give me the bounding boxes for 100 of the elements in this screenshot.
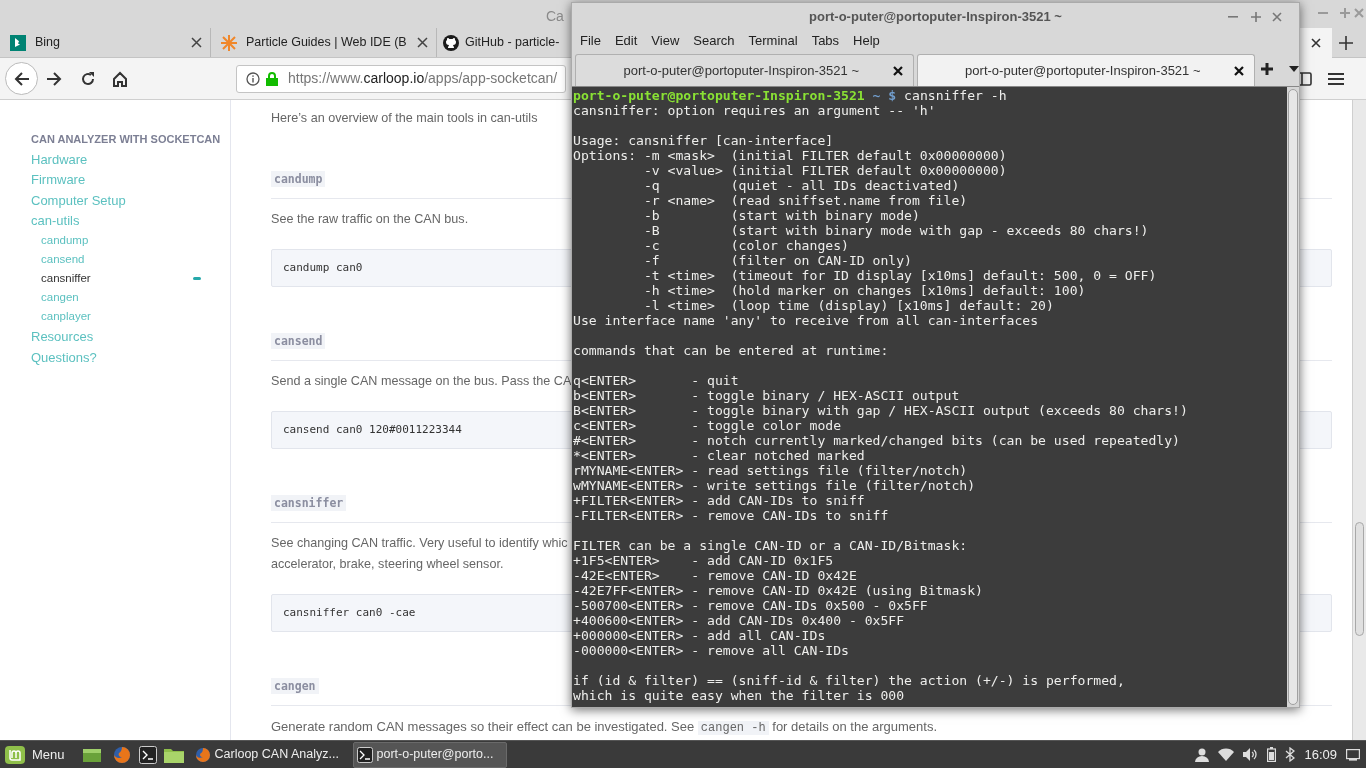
menu-item[interactable]: Help [846, 31, 887, 51]
paragraph: See the raw traffic on the CAN bus. [271, 211, 469, 228]
bluetooth-icon[interactable] [1285, 747, 1296, 762]
wifi-icon[interactable] [1218, 748, 1235, 761]
terminal-output-line: Options: -m <mask> (initial FILTER default 0x00000000) [573, 148, 1008, 163]
terminal-output-line: -B (start with binary mode with gap - exceeds 80 chars!) [642, 223, 1150, 238]
terminal-output-line: -b (start with binary mode) [642, 208, 921, 223]
back-button[interactable] [5, 62, 38, 95]
terminal-output-line: wMYNAME<ENTER> - write settings file (filter/notch) [573, 478, 977, 493]
info-icon[interactable] [246, 71, 260, 86]
home-icon[interactable] [112, 70, 128, 87]
back-arrow-icon [13, 71, 30, 86]
menu-item[interactable]: Edit [607, 31, 645, 51]
terminal-output-line: +000000<ENTER> - add all CAN-IDs [573, 628, 827, 643]
terminal-icon[interactable] [138, 745, 157, 764]
terminal-output-line: -v <value> (initial FILTER default 0x00000000) [642, 163, 1008, 178]
menu-item[interactable]: Terminal [741, 31, 805, 51]
reload-icon[interactable] [80, 70, 96, 87]
forward-arrow-icon[interactable] [46, 71, 62, 86]
scrollbar[interactable] [1352, 100, 1366, 740]
terminal-icon [356, 746, 373, 763]
terminal-output-line: FILTER can be a single CAN-ID or a CAN-ID/Bitmask: [573, 538, 969, 553]
padlock-icon [266, 71, 278, 86]
menu-icon[interactable] [1328, 72, 1344, 86]
sidebar-link[interactable]: cansniffer [41, 270, 91, 288]
terminal-tab[interactable]: port-o-puter@portoputer-Inspiron-3521 ~ [916, 54, 1256, 86]
code-text: candump can0 [283, 259, 363, 276]
paragraph: Send a single CAN message on the bus. Pass the CA [271, 373, 572, 390]
folder-icon[interactable] [163, 746, 184, 763]
close-icon[interactable] [1311, 38, 1321, 48]
section-heading: cansniffer [271, 495, 347, 511]
terminal-output-line: -500700<ENTER> - remove CAN-IDs 0x500 - 0x5FF [573, 598, 929, 613]
sidebar-heading: CAN ANALYZER WITH SOCKETCAN [31, 132, 221, 147]
octocat-icon [443, 34, 459, 51]
firefox-icon[interactable] [112, 745, 131, 764]
paragraph: Generate random CAN messages so their effect can be investigated. See cangen -h for details on the arguments. [271, 718, 938, 737]
terminal-output-line: -h <time> (hold marker on changes [x10ms] default: 100) [642, 283, 1087, 298]
menu-item[interactable]: File [573, 31, 608, 51]
show-desktop-icon[interactable] [1346, 748, 1360, 761]
terminal-output-line: -r <name> (read sniffset.name from file) [642, 193, 969, 208]
terminal-output-line: c<ENTER> - toggle color mode [573, 418, 843, 433]
close-icon [1234, 65, 1245, 76]
url-text: https://www.carloop.io/apps/app-socketcan/ [288, 69, 558, 88]
close-icon [191, 37, 202, 48]
terminal-output-line: if (id & filter) == (sniff-id & filter) the action (+/-) is performed, [573, 673, 1126, 688]
terminal-output-line: Usage: cansniffer [can-interface] [573, 133, 835, 148]
terminal-prompt-line: port-o-puter@portoputer-Inspiron-3521 ~ $ cansniffer -h [573, 88, 1008, 103]
terminal-output-line: B<ENTER> - toggle binary with gap / HEX-ASCII output (exceeds 80 chars!) [573, 403, 1189, 418]
window-title: port-o-puter@portoputer-Inspiron-3521 ~ [809, 7, 1062, 26]
terminal-output-line: -l <time> (loop time (display) [x10ms] default: 20) [642, 298, 1055, 313]
terminal-output-line: cansniffer: option requires an argument -- 'h' [573, 103, 937, 118]
terminal-output-line: -000000<ENTER> - remove all CAN-IDs [573, 643, 850, 658]
menu-button[interactable]: Menu [4, 742, 66, 767]
dropdown-icon[interactable] [1289, 66, 1299, 72]
terminal-output-line: q<ENTER> - quit [573, 373, 740, 388]
terminal-output-line: *<ENTER> - clear notched marked [573, 448, 866, 463]
code-text: cansend can0 120#0011223344 [283, 421, 462, 438]
address-bar[interactable]: https://www.carloop.io/apps/app-socketcan/ [236, 64, 566, 93]
clock[interactable]: 16:09 [1304, 744, 1337, 765]
firefox-icon [194, 746, 211, 763]
terminal-output-line: +1F5<ENTER> - add CAN-ID 0x1F5 [573, 553, 835, 568]
close-icon [417, 37, 428, 48]
terminal-tab[interactable]: port-o-puter@portoputer-Inspiron-3521 ~ [575, 54, 914, 86]
terminal-output-line: -c (color changes) [642, 238, 850, 253]
star-burst-icon [221, 34, 237, 51]
window-title: Ca [546, 7, 564, 26]
section-heading: cansend [271, 333, 326, 349]
terminal-output-line: -42E7FF<ENTER> - remove CAN-ID 0x42E (using Bitmask) [573, 583, 984, 598]
volume-icon[interactable] [1243, 748, 1259, 761]
mint-logo-icon [5, 745, 25, 764]
taskbar-button[interactable]: port-o-puter@porto... [352, 741, 507, 768]
terminal-output-line: +400600<ENTER> - add CAN-IDs 0x400 - 0x5FF [573, 613, 906, 628]
close-icon [892, 65, 903, 76]
code-text: cansniffer can0 -cae [283, 604, 416, 621]
new-tab-icon[interactable] [1339, 36, 1353, 50]
terminal-output-line: -f (filter on CAN-ID only) [642, 253, 913, 268]
paragraph: Here’s an overview of the main tools in can-utils [271, 110, 538, 127]
menu-item[interactable]: Tabs [804, 31, 847, 51]
terminal-output-line: commands that can be entered at runtime: [573, 343, 890, 358]
user-icon[interactable] [1195, 747, 1210, 762]
terminal-output-line: -t <time> (timeout for ID display [x10ms] default: 500, 0 = OFF) [642, 268, 1158, 283]
battery-icon[interactable] [1267, 747, 1277, 762]
active-marker [193, 277, 201, 281]
menu-item[interactable]: View [644, 31, 687, 51]
terminal-output-line: which is quite easy when the filter is 000 [573, 688, 906, 703]
terminal-output-line: b<ENTER> - toggle binary / HEX-ASCII output [573, 388, 961, 403]
terminal-output-line: -q (quiet - all IDs deactivated) [642, 178, 961, 193]
terminal-output-line: rMYNAME<ENTER> - read settings file (filter/notch) [573, 463, 969, 478]
terminal-output-line: -42E<ENTER> - remove CAN-ID 0x42E [573, 568, 858, 583]
paragraph: See changing CAN traffic. Very useful to identify whic accelerator, brake, steering wheel sensor. [271, 535, 568, 573]
new-tab-icon[interactable] [1261, 63, 1274, 75]
terminal-output-line: Use interface name 'any' to receive from all can-interfaces [573, 313, 1040, 328]
menu-item[interactable]: Search [686, 31, 742, 51]
terminal-output-line: #<ENTER> - notch currently marked/changed bits (can be used repeatedly) [573, 433, 1181, 448]
section-heading: cangen [271, 678, 319, 694]
scrollbar-thumb[interactable] [1355, 522, 1364, 636]
bing-logo-icon [10, 34, 26, 51]
maximize-icon[interactable] [1251, 12, 1261, 22]
terminal-output-line: -FILTER<ENTER> - remove CAN-IDs to sniff [573, 508, 890, 523]
section-heading: candump [271, 171, 326, 187]
